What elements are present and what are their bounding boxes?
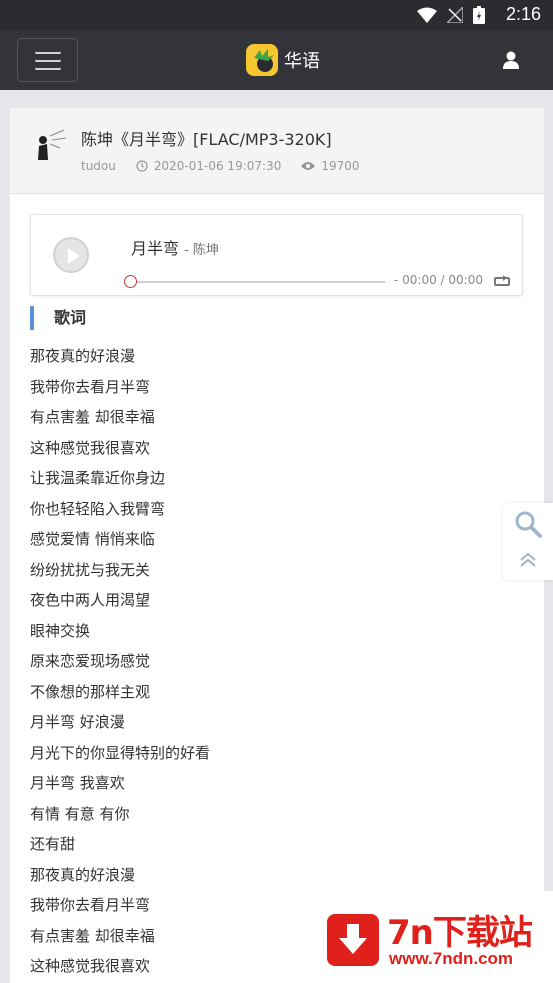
download-icon [327,914,379,966]
progress-handle[interactable] [124,275,137,288]
signal-icon [447,7,463,23]
battery-icon [473,6,485,24]
song-artist: - 陈坤 [184,243,219,258]
progress-bar[interactable] [127,281,385,283]
lyric-line: 有情 有意 有你 [30,804,130,823]
lyrics-list: 那夜真的好浪漫 我带你去看月半弯 有点害羞 却很幸福 这种感觉我很喜欢 让我温柔… [30,341,510,982]
post-author[interactable]: tudou [81,159,116,173]
lyric-line: 让我温柔靠近你身边 [30,469,166,487]
lyric-line: 感觉爱情 悄悄来临 [30,530,155,548]
lyric-line: 原来恋爱现场感觉 [30,652,151,670]
watermark-url: www.7ndn.com [389,949,514,968]
menu-button[interactable] [17,38,78,82]
menu-icon [35,52,61,54]
search-icon[interactable] [514,510,542,538]
wifi-icon [417,7,437,23]
site-logo[interactable]: 华语 [246,44,320,76]
play-icon[interactable] [53,237,89,273]
lyric-line: 那夜真的好浪漫 [30,865,136,884]
post-views: 19700 [321,159,360,173]
lyric-line: 那夜真的好浪漫 [30,347,136,365]
lyric-line: 你也轻轻陷入我臂弯 [30,499,166,518]
brand-name: 华语 [284,51,320,72]
user-icon[interactable] [503,51,519,69]
loop-icon[interactable] [494,275,510,287]
lyric-line: 这种感觉我很喜欢 [30,438,151,457]
eye-icon [301,162,316,170]
post-datetime: 2020-01-06 19:07:30 [153,159,282,173]
back-to-top-icon[interactable] [519,551,537,569]
lyrics-heading: 歌词 [30,306,86,330]
post-card: 陈坤《月半弯》[FLAC/MP3-320K] tudou 2020-01-06 … [10,108,544,983]
status-bar: 2:16 [0,0,553,30]
post-meta: tudou 2020-01-06 19:07:30 19700 [81,159,360,173]
post-header: 陈坤《月半弯》[FLAC/MP3-320K] tudou 2020-01-06 … [10,108,544,194]
avatar[interactable] [30,126,70,166]
lyric-line: 不像想的那样主观 [30,682,151,701]
lyric-line: 纷纷扰扰与我无关 [30,560,151,579]
lyric-line: 月半弯 我喜欢 [30,774,125,792]
clock-icon [136,160,148,172]
lyric-line: 月半弯 好浪漫 [30,713,125,731]
logo-icon [246,44,278,76]
lyric-line: 有点害羞 却很幸福 [30,408,155,426]
app-header: 华语 [0,30,553,90]
lyric-line: 眼神交换 [30,621,91,640]
lyric-line: 我带你去看月半弯 [30,377,151,396]
song-info: 月半弯 - 陈坤 [131,235,219,259]
song-name: 月半弯 [131,239,180,258]
audio-player: 月半弯 - 陈坤 - 00:00 / 00:00 [30,214,523,296]
status-time: 2:16 [505,4,541,24]
side-toolbar [503,503,553,580]
lyric-line: 夜色中两人用渴望 [30,591,151,609]
watermark: 7n下载站 www.7ndn.com [305,891,553,983]
lyric-line: 还有甜 [30,835,76,853]
status-icons [417,6,485,24]
playback-time: - 00:00 / 00:00 [394,273,483,287]
lyric-line: 月光下的你显得特别的好看 [30,743,211,762]
watermark-name: 7n下载站 [387,913,533,953]
post-title: 陈坤《月半弯》[FLAC/MP3-320K] [81,130,332,149]
